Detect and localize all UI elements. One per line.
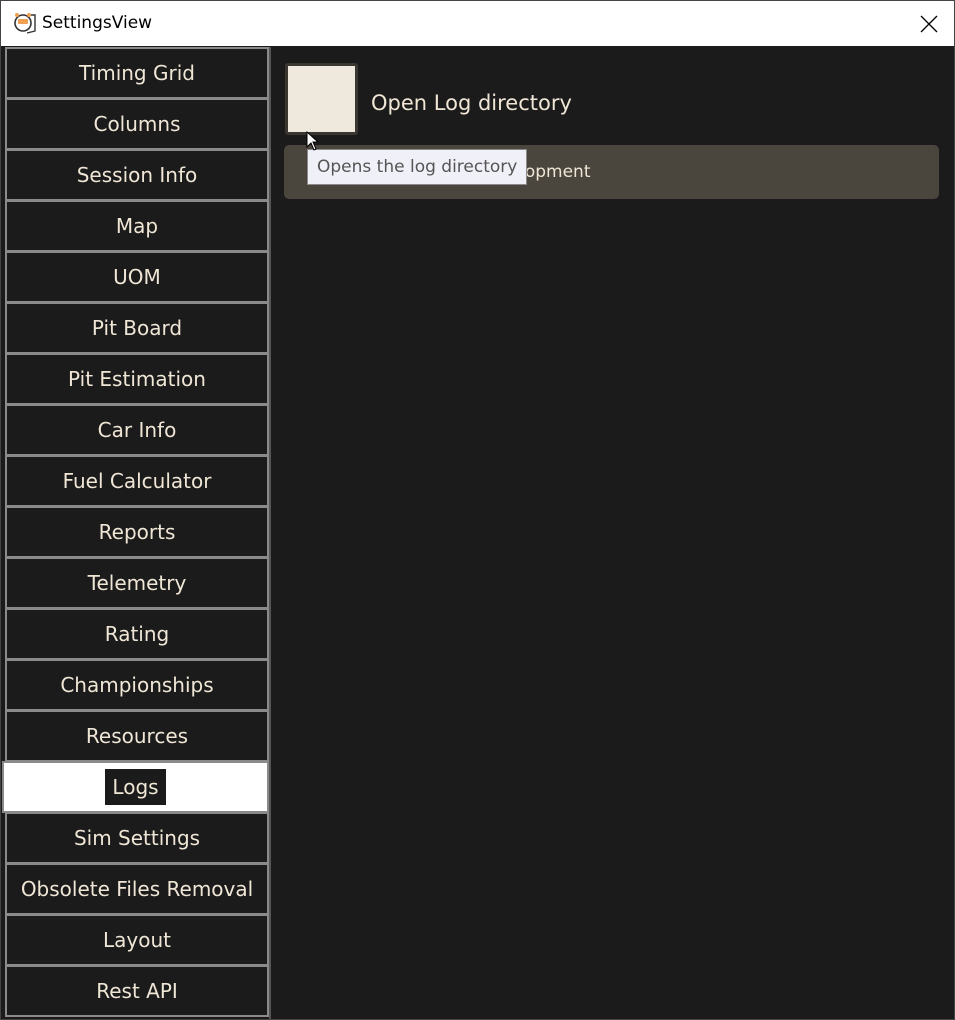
- sidebar-item-columns[interactable]: Columns: [5, 98, 269, 150]
- sidebar-item-reports[interactable]: Reports: [5, 506, 269, 558]
- sidebar-item-pit-board[interactable]: Pit Board: [5, 302, 269, 354]
- sidebar-item-sim-settings[interactable]: Sim Settings: [5, 812, 269, 864]
- title-bar: SettingsView: [1, 1, 954, 46]
- sidebar-item-label: UOM: [113, 265, 161, 289]
- close-icon: [920, 15, 938, 32]
- settings-sidebar: Timing Grid Columns Session Info Map UOM Pit …: [2, 47, 269, 1019]
- sidebar-item-label: Rest API: [96, 979, 178, 1003]
- sidebar-item-fuel-calculator[interactable]: Fuel Calculator: [5, 455, 269, 507]
- sidebar-item-label: Sim Settings: [73, 826, 201, 850]
- sidebar-item-label: Pit Estimation: [68, 367, 206, 391]
- sidebar-item-label: Fuel Calculator: [62, 469, 212, 493]
- sidebar-item-map[interactable]: Map: [5, 200, 269, 252]
- close-button[interactable]: [904, 1, 954, 46]
- settings-window: SettingsView Timing Grid Columns Session I…: [0, 0, 955, 1020]
- sidebar-item-rest-api[interactable]: Rest API: [5, 965, 269, 1017]
- sidebar-item-uom[interactable]: UOM: [5, 251, 269, 303]
- sidebar-item-label: Rating: [104, 622, 170, 646]
- sidebar-item-label: Obsolete Files Removal: [20, 877, 254, 901]
- sidebar-item-label: Logs: [105, 769, 166, 805]
- stopwatch-app-icon: [14, 13, 36, 34]
- sidebar-item-label: Map: [115, 214, 159, 238]
- sidebar-item-obsolete-files-removal[interactable]: Obsolete Files Removal: [5, 863, 269, 915]
- sidebar-item-label: Championships: [60, 673, 214, 697]
- sidebar-item-label: Timing Grid: [79, 61, 195, 85]
- sidebar-item-label: Resources: [85, 724, 189, 748]
- sidebar-item-telemetry[interactable]: Telemetry: [5, 557, 269, 609]
- sidebar-item-label: Telemetry: [87, 571, 187, 595]
- open-log-directory-label: Open Log directory: [371, 91, 572, 115]
- sidebar-item-timing-grid[interactable]: Timing Grid: [5, 47, 269, 99]
- sidebar-item-label: Columns: [93, 112, 181, 136]
- sidebar-item-session-info[interactable]: Session Info: [5, 149, 269, 201]
- sidebar-item-label: Session Info: [76, 163, 198, 187]
- sidebar-item-label: Layout: [103, 928, 171, 952]
- window-title: SettingsView: [42, 13, 153, 33]
- sidebar-item-label: Car Info: [97, 418, 177, 442]
- sidebar-item-label: Reports: [98, 520, 176, 544]
- sidebar-item-label: Pit Board: [91, 316, 183, 340]
- sidebar-item-rating[interactable]: Rating: [5, 608, 269, 660]
- tooltip: Opens the log directory: [307, 149, 528, 185]
- sidebar-item-pit-estimation[interactable]: Pit Estimation: [5, 353, 269, 405]
- sidebar-item-resources[interactable]: Resources: [5, 710, 269, 762]
- sidebar-item-championships[interactable]: Championships: [5, 659, 269, 711]
- mouse-cursor-icon: [306, 131, 320, 151]
- sidebar-item-car-info[interactable]: Car Info: [5, 404, 269, 456]
- open-log-directory-button[interactable]: [285, 63, 358, 135]
- sidebar-item-layout[interactable]: Layout: [5, 914, 269, 966]
- sidebar-item-logs[interactable]: Logs: [2, 761, 269, 813]
